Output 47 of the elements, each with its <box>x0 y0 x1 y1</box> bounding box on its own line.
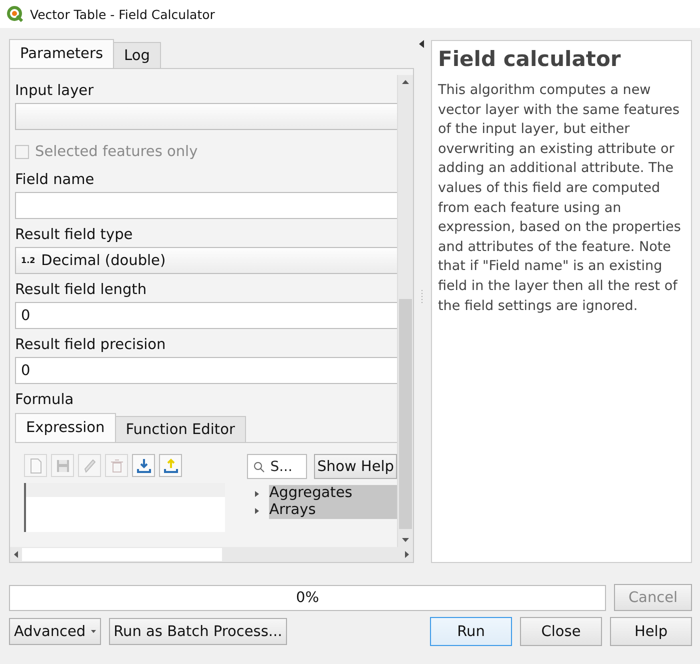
tab[interactable]: Expression <box>15 413 116 442</box>
scroll-down-icon[interactable] <box>402 538 409 542</box>
function-group[interactable]: Aggregates <box>269 485 397 502</box>
vertical-scrollbar[interactable] <box>397 75 413 547</box>
checkbox-label: Selected features only <box>35 144 198 160</box>
expand-arrow-icon[interactable] <box>253 506 262 514</box>
progress-text: 0% <box>296 590 319 606</box>
app-logo-icon <box>7 6 23 22</box>
input-field[interactable] <box>15 192 397 219</box>
expand-arrow-icon[interactable] <box>253 490 262 498</box>
help-title: Field calculator <box>438 47 622 71</box>
field-label: Result field length <box>15 281 148 300</box>
batch-button[interactable]: Run as Batch Process... <box>108 618 288 645</box>
dropdown-value: Decimal (double) <box>41 252 166 268</box>
field-label: Input layer <box>15 82 95 101</box>
search-field[interactable]: S... <box>247 454 308 479</box>
input-field[interactable]: 0 <box>15 302 397 329</box>
show-help-button[interactable]: Show Help <box>314 454 397 479</box>
dropdown[interactable] <box>15 103 397 130</box>
decimal-type-icon: 1.2 <box>21 256 36 265</box>
window-title: Vector Table - Field Calculator <box>30 6 215 22</box>
upload-icon[interactable] <box>159 454 182 477</box>
splitter-handle-icon[interactable] <box>421 290 424 304</box>
dialog-button[interactable]: Close <box>520 617 602 646</box>
help-text: This algorithm computes a new vector layer with the same features of the input layer, but either overwriting an existing attribute or adding an additional attribute. The values of this field are computed from each feature using an expression, based on the properties and attributes of the feature. Note that if "Field name" is an existing field in the layer then all the rest of the field settings are ignored. <box>438 81 682 316</box>
field-label: Result field type <box>15 226 134 245</box>
field-label: Result field precision <box>15 336 167 355</box>
field-label: Formula <box>15 391 75 410</box>
function-group[interactable]: Arrays <box>269 502 397 519</box>
horizontal-scrollbar[interactable] <box>10 547 413 562</box>
field-label: Field name <box>15 171 96 190</box>
dialog-button[interactable]: Help <box>610 617 692 646</box>
scroll-right-icon[interactable] <box>405 551 409 558</box>
expression-editor[interactable] <box>24 483 226 532</box>
caret-icon <box>90 630 96 633</box>
input-field[interactable]: 0 <box>15 357 397 384</box>
tab[interactable]: Log <box>113 42 161 68</box>
tab[interactable]: Parameters <box>9 39 114 68</box>
search-icon <box>253 461 266 473</box>
dropdown[interactable]: 1.2 Decimal (double) <box>15 247 397 274</box>
download-icon[interactable] <box>132 454 155 477</box>
scroll-left-icon[interactable] <box>14 551 18 558</box>
scroll-up-icon[interactable] <box>402 80 409 84</box>
collapse-arrow-icon[interactable] <box>419 40 425 48</box>
dialog-button[interactable]: Run <box>430 617 512 646</box>
dropdown-button[interactable]: Advanced <box>9 618 101 645</box>
tab[interactable]: Function Editor <box>114 416 246 442</box>
